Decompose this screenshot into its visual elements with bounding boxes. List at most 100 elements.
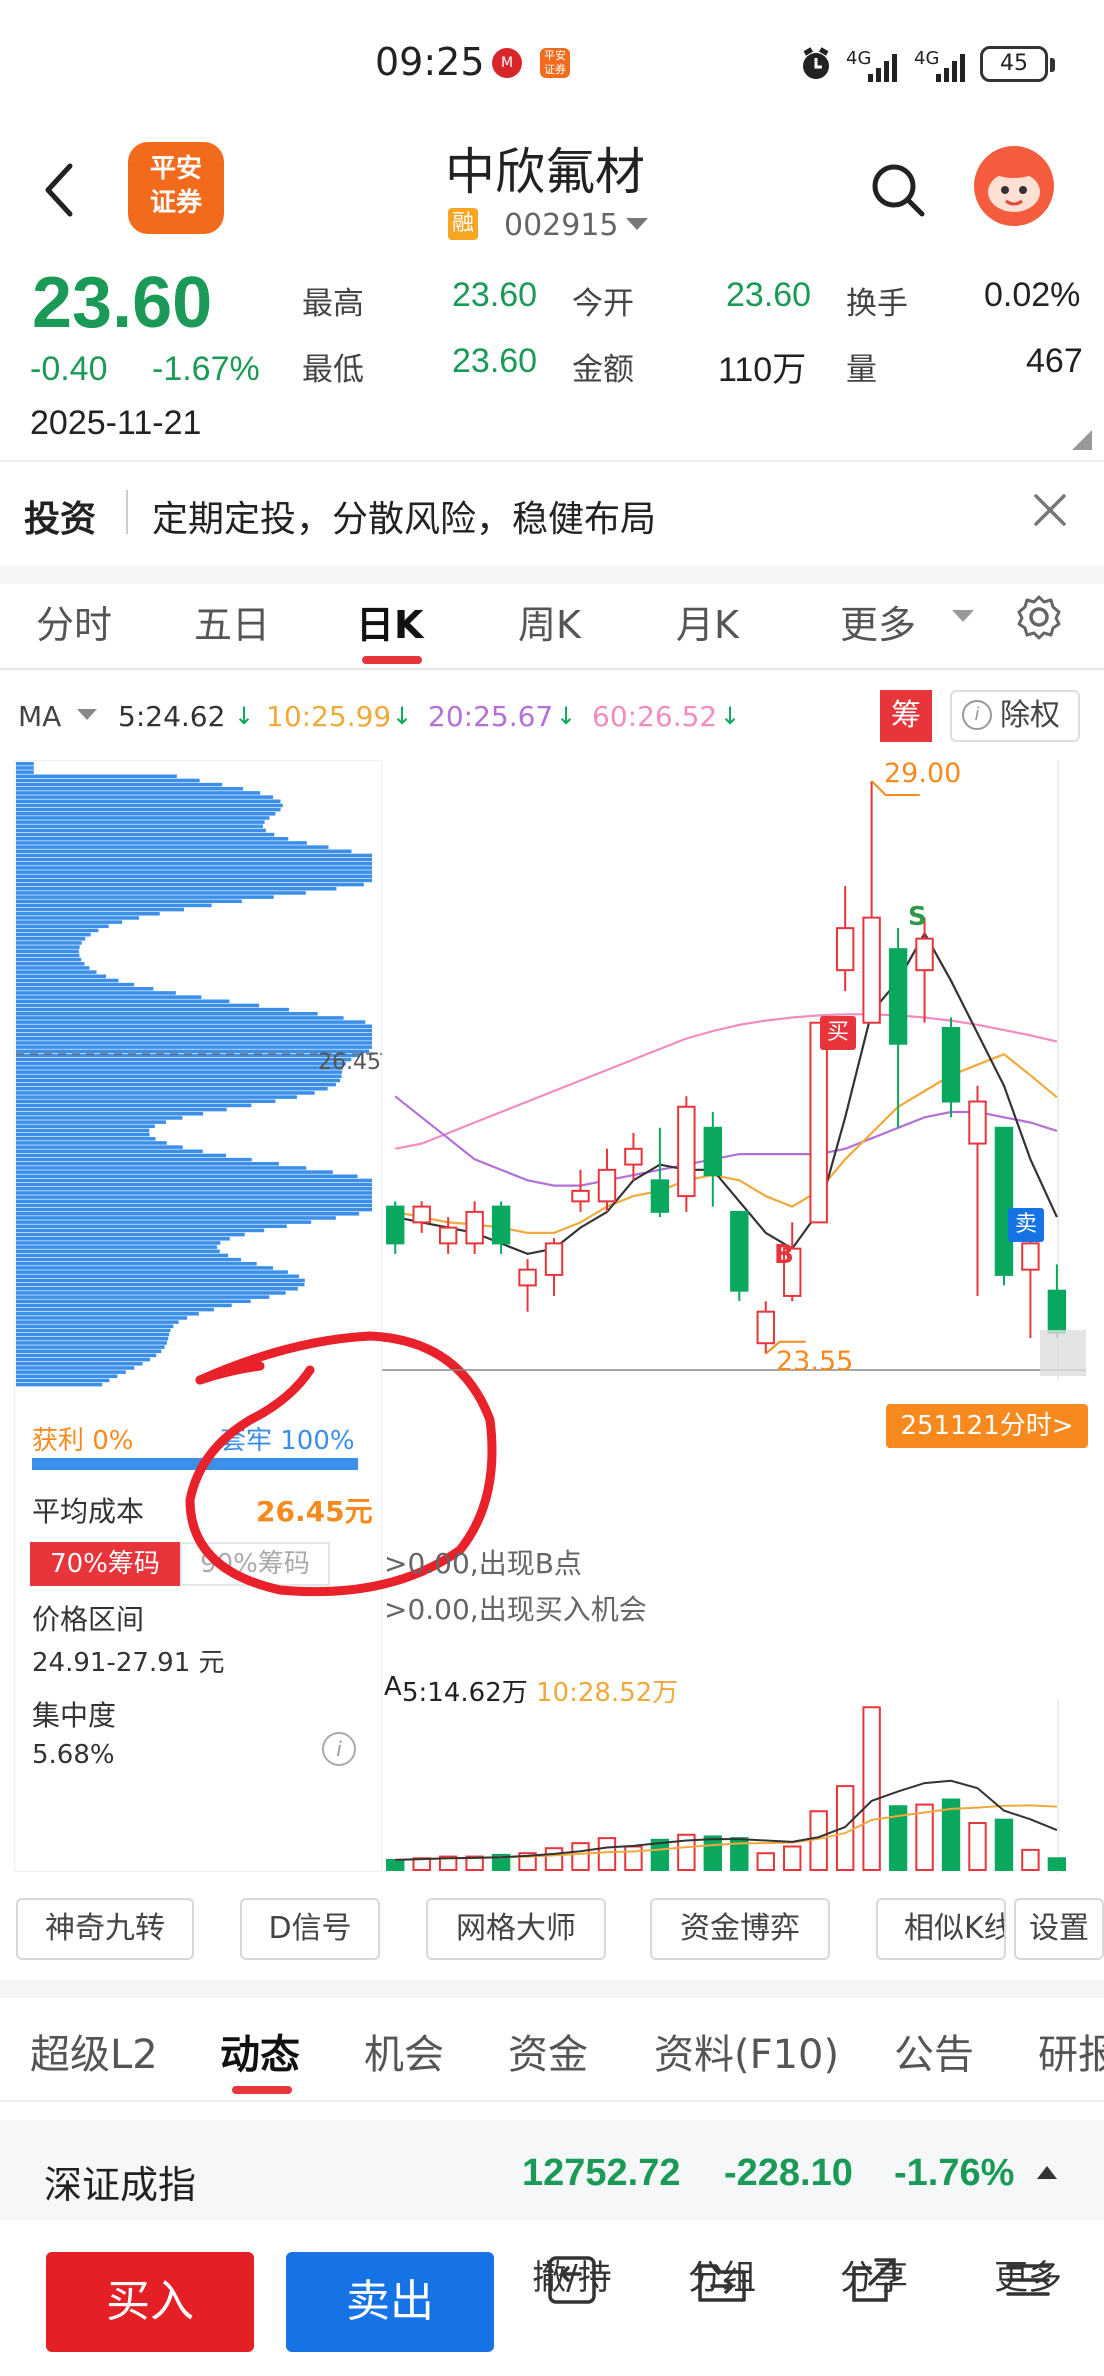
tab-capital[interactable]: 资金: [508, 2022, 588, 2080]
similar-k-button[interactable]: 相似K线: [876, 1898, 1006, 1960]
signal-icon: [868, 54, 897, 82]
chip-bar: [16, 924, 109, 929]
open-value: 23.60: [726, 276, 812, 314]
tab-super-l2[interactable]: 超级L2: [30, 2022, 158, 2080]
chip-bar: [16, 962, 85, 966]
tab-opportunity[interactable]: 机会: [364, 2022, 444, 2080]
chip-bar: [16, 791, 261, 795]
more-label[interactable]: 更多: [968, 2250, 1088, 2299]
stock-code[interactable]: 002915: [504, 208, 619, 243]
d-signal-button[interactable]: D信号: [240, 1898, 380, 1960]
chip-bar: [16, 1049, 370, 1054]
chip-bar: [16, 1270, 288, 1274]
chip-distribution-button[interactable]: 筹: [880, 690, 932, 742]
timeshare-jump-button[interactable]: 251121分时>: [886, 1404, 1088, 1448]
chip-bar: [16, 853, 372, 858]
chip-bar: [16, 982, 135, 987]
back-arrow-icon[interactable]: [40, 160, 80, 220]
chip-bar: [16, 857, 372, 862]
candle-up: [756, 1310, 775, 1345]
ma20-value: 20:25.67: [428, 700, 554, 733]
chip-bar: [16, 1257, 242, 1262]
low-value: 23.60: [452, 342, 538, 380]
info-icon: i: [962, 700, 992, 730]
chip-bar: [16, 1091, 315, 1095]
chip-bar: [16, 1182, 372, 1187]
candle-down: [386, 1205, 405, 1245]
chip-bar: [16, 1374, 118, 1379]
tab-monthly-k[interactable]: 月K: [676, 594, 739, 649]
volume-bar-up: [571, 1842, 590, 1871]
tab-f10[interactable]: 资料(F10): [654, 2022, 839, 2080]
chip-bar: [16, 820, 265, 824]
chip-bar: [16, 795, 274, 799]
sell-signal-marker[interactable]: 卖: [1008, 1208, 1044, 1242]
chip-bar: [16, 1124, 155, 1129]
crosshair-handle[interactable]: [1040, 1330, 1086, 1376]
nine-turn-button[interactable]: 神奇九转: [16, 1898, 194, 1960]
chip-bar: [16, 920, 123, 924]
kline-chart[interactable]: [382, 760, 1086, 1380]
chip-bar: [16, 1041, 372, 1045]
volume-bar-up: [1021, 1848, 1040, 1872]
index-change: -228.10: [724, 2152, 853, 2194]
chevron-up-icon[interactable]: [1036, 2164, 1058, 2180]
info-icon[interactable]: i: [322, 1732, 356, 1766]
tab-research[interactable]: 研报: [1038, 2022, 1104, 2080]
chip-bar: [16, 778, 200, 783]
chip-bar: [16, 1212, 360, 1216]
candle-up: [465, 1210, 484, 1245]
ad-text[interactable]: 定期定投，分散风险，稳健布局: [152, 490, 656, 542]
tab-daily-k[interactable]: 日K: [356, 594, 423, 649]
chip-bar: [16, 1274, 299, 1279]
cancel-hold-label[interactable]: 撤/持: [512, 2250, 632, 2299]
ex-rights-button[interactable]: i 除权: [950, 690, 1080, 742]
chevron-down-icon[interactable]: [624, 216, 650, 234]
sell-button[interactable]: 卖出: [286, 2252, 494, 2352]
tab-timeshare[interactable]: 分时: [36, 594, 112, 649]
tab-weekly-k[interactable]: 周K: [518, 594, 581, 649]
search-icon[interactable]: [868, 160, 928, 220]
down-arrow-icon: ↓: [234, 702, 255, 730]
buy-signal-marker[interactable]: 买: [820, 1016, 856, 1050]
settings-gear-icon[interactable]: [1016, 594, 1062, 640]
assistant-avatar-icon[interactable]: [974, 146, 1054, 226]
tab-five-day[interactable]: 五日: [194, 594, 270, 649]
index-pct: -1.76%: [894, 2152, 1015, 2194]
chevron-down-icon[interactable]: [76, 708, 98, 722]
chip-bar: [16, 899, 242, 904]
volume-value: 467: [1026, 342, 1083, 380]
chevron-down-icon[interactable]: [950, 608, 976, 626]
grid-master-button[interactable]: 网格大师: [426, 1898, 606, 1960]
tab-dynamics[interactable]: 动态: [220, 2022, 300, 2080]
china-merchants-icon: M: [492, 48, 522, 78]
chip-bar: [16, 1145, 183, 1149]
chip-bar: [16, 978, 119, 983]
chip-bar: [16, 1153, 227, 1158]
status-time: 09:25: [375, 40, 485, 84]
volume-bar-down: [1047, 1857, 1067, 1871]
chip-bar: [16, 1037, 372, 1041]
expand-corner-icon[interactable]: [1072, 430, 1092, 450]
chip-70-tab[interactable]: 70%筹码: [30, 1542, 180, 1586]
buy-button[interactable]: 买入: [46, 2252, 254, 2352]
chip-bar: [16, 849, 352, 854]
status-bar: 09:25 M 平安 证券 4G 4G 45: [0, 0, 1104, 130]
index-name: 深证成指: [44, 2163, 197, 2207]
tab-more[interactable]: 更多: [840, 594, 916, 649]
chip-bar: [16, 1320, 179, 1324]
close-icon[interactable]: [1032, 492, 1068, 528]
chip-bar: [16, 887, 337, 891]
signal-icon: [936, 54, 965, 82]
tab-announcements[interactable]: 公告: [894, 2022, 974, 2080]
capital-game-button[interactable]: 资金博弈: [650, 1898, 830, 1960]
high-label: 最高: [302, 286, 364, 322]
chip-bar: [16, 1032, 372, 1037]
ma-label[interactable]: MA: [18, 700, 61, 733]
tools-settings-button[interactable]: 设置: [1014, 1898, 1104, 1960]
share-label[interactable]: 分享: [814, 2250, 934, 2299]
chip-price-line-label: 26.45: [318, 1050, 381, 1075]
chip-bar: [16, 895, 274, 899]
group-label[interactable]: 分组: [662, 2250, 782, 2299]
turnover-label: 换手: [846, 286, 908, 322]
